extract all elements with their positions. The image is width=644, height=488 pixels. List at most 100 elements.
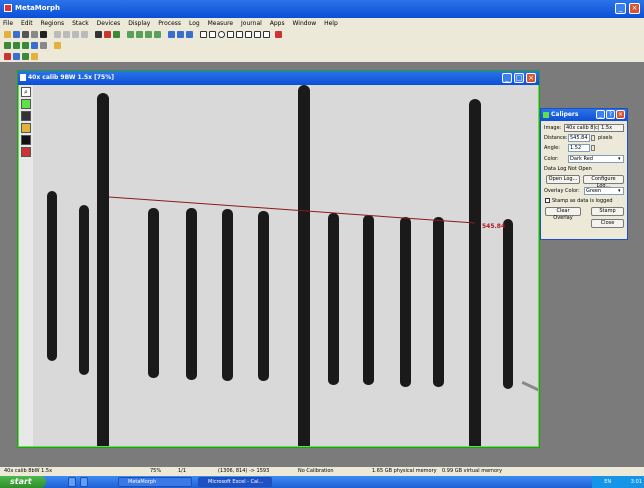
overlay-icon[interactable] [145,31,152,38]
measure-icon[interactable] [54,42,61,49]
short-bar [148,208,159,378]
distance-field[interactable]: 545.84 [568,134,590,142]
calipers-titlebar[interactable]: Calipers _ ? × [541,109,627,121]
paste-icon[interactable] [81,31,88,38]
menu-window[interactable]: Window [290,18,320,29]
menu-process[interactable]: Process [155,18,184,29]
toolbar-secondary [0,40,644,51]
open-log-button[interactable]: Open Log... [546,175,580,184]
minimize-icon[interactable]: _ [502,73,512,83]
image-window-titlebar[interactable]: 40x calib 9BW 1.5x [75%] _ □ × [18,71,539,85]
region-tool-icon[interactable] [21,99,31,109]
calculator-icon[interactable] [40,42,47,49]
quicklaunch-icon[interactable] [68,477,76,487]
menu-log[interactable]: Log [186,18,203,29]
short-bar [222,209,233,381]
open-icon[interactable] [4,31,11,38]
start-button[interactable]: start [0,476,46,488]
toolbar-tertiary [0,51,644,62]
menu-journal[interactable]: Journal [238,18,265,29]
ellipse-icon[interactable] [218,31,225,38]
image-canvas[interactable]: 545.84 [33,85,538,446]
brush-icon[interactable] [13,42,20,49]
minimize-icon[interactable]: _ [596,110,605,119]
redo-icon[interactable] [63,31,70,38]
color-icon[interactable] [21,123,31,133]
zoom-icon[interactable]: ⌕ [21,87,31,97]
contrast-icon[interactable] [21,135,31,145]
eraser-icon[interactable] [22,42,29,49]
menu-help[interactable]: Help [321,18,341,29]
scale-icon[interactable] [186,31,193,38]
status-coords: (1306, 814) -> 1593 [218,468,270,474]
calipers-icon [543,112,549,118]
metamorph-logo-icon [4,4,12,12]
close-icon[interactable]: × [616,110,625,119]
menu-edit[interactable]: Edit [18,18,36,29]
chevron-down-icon[interactable]: ▾ [618,187,621,195]
print-icon[interactable] [22,31,29,38]
image-name-button[interactable]: 40x calib 8|c| 1.5x [564,124,624,132]
pointer-icon[interactable] [200,31,207,38]
grid-icon[interactable] [136,31,143,38]
menu-display[interactable]: Display [125,18,153,29]
close-button[interactable]: Close [591,219,624,228]
threshold-icon[interactable] [177,31,184,38]
histogram-icon[interactable] [21,111,31,121]
stamp-button[interactable]: Stamp [591,207,624,216]
caliper-distance-label: 545.84 [482,223,505,230]
filter-icon[interactable] [168,31,175,38]
text-region-icon[interactable] [263,31,270,38]
stamp-checkbox[interactable] [545,198,550,203]
menu-apps[interactable]: Apps [267,18,288,29]
cut-icon[interactable] [72,31,79,38]
menu-file[interactable]: File [0,18,16,29]
caliper-measurement-line[interactable] [108,196,476,224]
minimize-icon[interactable]: _ [615,3,626,14]
stack-icon[interactable] [127,31,134,38]
marker-icon[interactable] [4,53,11,60]
rectangle-icon[interactable] [209,31,216,38]
short-bar [503,219,513,389]
acquire-icon[interactable] [113,31,120,38]
palette-icon[interactable] [21,147,31,157]
color-select[interactable]: Dark Red [568,155,624,163]
taskbar-item-metamorph[interactable]: MetaMorph [118,477,192,487]
save-icon[interactable] [13,31,20,38]
pencil-icon[interactable] [4,42,11,49]
macro-icon[interactable] [31,42,38,49]
menu-stack[interactable]: Stack [69,18,92,29]
menu-devices[interactable]: Devices [94,18,124,29]
close-icon[interactable]: × [526,73,536,83]
line-icon[interactable] [236,31,243,38]
tray-clock: 3:01 [630,479,642,485]
configure-log-button[interactable]: Configure Log... [583,175,624,189]
arc-icon[interactable] [254,31,261,38]
distance-spinner[interactable] [591,135,595,141]
polyline-icon[interactable] [245,31,252,38]
binoculars-icon[interactable] [95,31,102,38]
histogram-icon[interactable] [154,31,161,38]
close-icon[interactable]: × [629,3,640,14]
menu-regions[interactable]: Regions [38,18,68,29]
angle-spinner[interactable] [591,145,595,151]
status-virtual-memory: 0.99 GB virtual memory [442,468,503,474]
copy-icon[interactable] [31,31,38,38]
quicklaunch-icon[interactable] [80,477,88,487]
undo-icon[interactable] [54,31,61,38]
help-icon[interactable]: ? [606,110,615,119]
short-bar [328,213,339,385]
clear-overlay-button[interactable]: Clear Overlay [545,207,581,221]
menu-measure[interactable]: Measure [205,18,237,29]
maximize-icon[interactable]: □ [514,73,524,83]
angle-field[interactable]: 1.52 [568,144,590,152]
arrow-icon[interactable] [13,53,20,60]
align-icon[interactable] [22,53,29,60]
delete-icon[interactable] [40,31,47,38]
polygon-icon[interactable] [227,31,234,38]
camera-icon[interactable] [104,31,111,38]
chevron-down-icon[interactable]: ▾ [618,155,621,163]
record-icon[interactable] [275,31,282,38]
layers-icon[interactable] [31,53,38,60]
taskbar-item-excel[interactable]: Microsoft Excel - Cal... [198,477,272,487]
